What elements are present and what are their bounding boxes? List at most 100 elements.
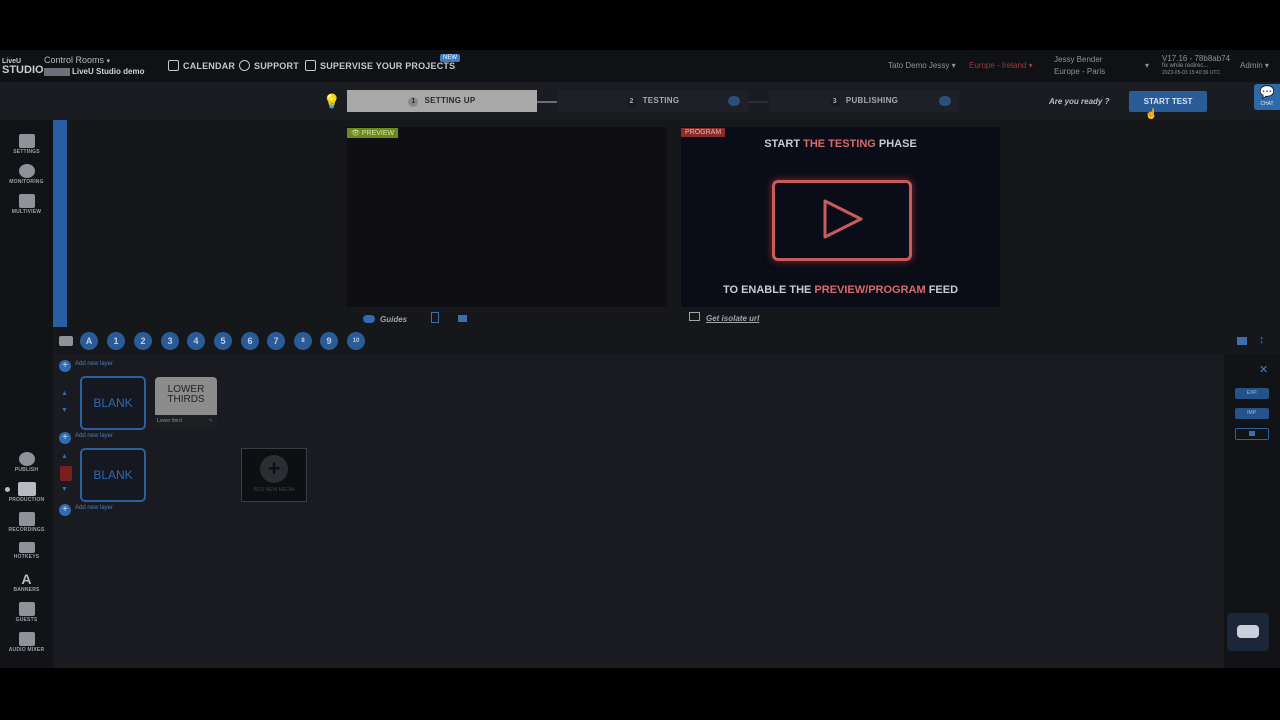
version-label: V17.16 - 78b8ab74 [1162,54,1231,63]
lower-thirds-tile[interactable]: LOWER THIRDS Lower third ✎ [155,377,217,427]
plus-icon: + [59,432,71,444]
speaker-icon [18,632,35,646]
lower-thirds-footer: Lower third ✎ [155,415,217,427]
trash-icon[interactable] [60,466,72,481]
resize-arrows-icon[interactable]: ↕ [1259,334,1265,346]
step-publishing[interactable]: 3 PUBLISHING [769,90,959,112]
multiview-grid-icon [18,194,35,208]
testing-toggle[interactable] [728,96,740,106]
preview-monitor [347,127,667,307]
user-dropdown-chevron[interactable]: ▾ [1145,61,1149,70]
active-indicator [5,487,10,492]
key-3-button[interactable]: 3 [161,332,179,350]
support-link[interactable]: SUPPORT [239,60,299,71]
calendar-icon [168,60,179,71]
chat-bubble-icon [1237,625,1259,638]
guides-toggle[interactable]: Guides [363,312,467,324]
new-badge: NEW [440,54,460,62]
close-icon[interactable]: ✕ [1259,363,1268,376]
lock-button[interactable] [1235,428,1269,440]
layer-down-arrow[interactable]: ▼ [61,407,68,414]
key-5-button[interactable]: 5 [214,332,232,350]
layer-keys-bar [53,328,1280,354]
copy-icon[interactable] [457,315,467,322]
layers-grid [53,354,1224,668]
duplicate-icon[interactable] [1237,337,1247,345]
key-1-button[interactable]: 1 [107,332,125,350]
key-9-button[interactable]: 9 [320,332,338,350]
sidebar-item-audio-mixer[interactable]: AUDIO MIXER [0,632,53,653]
top-bar: LiveU STUDIO Control Rooms ▾ LiveU Studi… [0,50,1280,82]
monitor-icon [689,312,700,321]
sidebar-item-publish[interactable]: PUBLISH [0,452,53,473]
step-testing[interactable]: 2 TESTING [558,90,748,112]
studio-name: LiveU Studio demo [44,67,144,76]
app-window: LiveU STUDIO Control Rooms ▾ LiveU Studi… [0,50,1280,668]
left-sidebar: SETTINGS MONITORING MULTIVIEW PUBLISH PR… [0,120,61,668]
keyboard-icon[interactable] [59,336,73,346]
studio-thumbnail [44,67,70,76]
layer-up-arrow[interactable]: ▲ [61,390,68,397]
gauge-icon [18,164,35,178]
sidebar-item-recordings[interactable]: RECORDINGS [0,512,53,533]
layer-down-arrow[interactable]: ▼ [61,486,68,493]
import-button[interactable]: IMP. [1235,408,1269,419]
ready-prompt: Are you ready ? [1049,97,1110,106]
admin-dropdown[interactable]: Admin ▾ [1240,61,1269,70]
sidebar-item-banners[interactable]: A BANNERS [0,572,53,593]
version-note: fix while redirec... [1162,63,1209,69]
liveu-studio-logo[interactable]: LiveU STUDIO [2,57,44,77]
sidebar-item-production[interactable]: PRODUCTION [0,482,53,503]
plus-icon: + [59,504,71,516]
calendar-link[interactable]: CALENDAR [168,60,235,71]
key-10-button[interactable]: 10 [347,332,365,350]
export-button[interactable]: EXP. [1235,388,1269,399]
add-new-media-tile[interactable]: + ADD NEW MEDIA [241,448,307,502]
sidebar-item-hotkeys[interactable]: HOTKEYS [0,542,53,560]
control-rooms-dropdown[interactable]: Control Rooms ▾ [44,55,110,65]
key-4-button[interactable]: 4 [187,332,205,350]
region-dropdown[interactable]: Europe - Ireland ▾ [969,61,1033,70]
layer-up-arrow[interactable]: ▲ [61,453,68,460]
support-icon [239,60,250,71]
play-icon [772,180,912,261]
publishing-toggle[interactable] [939,96,951,106]
mobile-icon[interactable] [431,312,440,323]
recordings-icon [18,512,35,526]
support-chat-bubble[interactable] [1227,613,1269,651]
step-connector [748,101,768,103]
play-triangle-outline [823,199,863,239]
collapsed-panel-bar[interactable] [53,120,67,327]
blank-tile[interactable]: BLANK [80,448,146,502]
sidebar-item-guests[interactable]: GUESTS [0,602,53,623]
lock-icon [1249,431,1255,436]
key-2-button[interactable]: 2 [134,332,152,350]
sidebar-item-multiview[interactable]: MULTIVIEW [0,194,53,215]
camera-icon [17,482,36,496]
key-6-button[interactable]: 6 [241,332,259,350]
account-dropdown[interactable]: Tato Demo Jessy ▾ [888,61,956,70]
key-7-button[interactable]: 7 [267,332,285,350]
start-test-button[interactable]: START TEST [1129,91,1207,112]
letter-a-icon: A [21,571,32,587]
key-a-button[interactable]: A [80,332,98,350]
step-connector [537,101,557,103]
add-layer-link[interactable]: + Add new layer [59,504,113,516]
step-setting-up[interactable]: 1 SETTING UP [347,90,537,112]
add-layer-link[interactable]: + Add new layer [59,432,113,444]
key-8-button[interactable]: 8 [294,332,312,350]
guides-switch[interactable] [363,315,375,323]
sidebar-item-settings[interactable]: SETTINGS [0,134,53,155]
lightbulb-icon[interactable]: 💡 [323,93,340,109]
blank-tile[interactable]: BLANK [80,376,146,430]
supervise-projects-link[interactable]: SUPERVISE YOUR PROJECTS [305,60,455,71]
add-layer-link[interactable]: + Add new layer [59,360,113,372]
edit-pencil-icon[interactable]: ✎ [209,415,213,427]
chat-button[interactable]: 💬 CHAT [1254,84,1280,110]
get-isolate-url-link[interactable]: Get isolate url [689,312,759,323]
sidebar-item-monitoring[interactable]: MONITORING [0,164,53,185]
program-title: START THE TESTING PHASE [764,138,917,150]
user-name[interactable]: Jessy Bender [1054,55,1102,64]
preview-label: 👁 PREVIEW [347,128,399,138]
cursor-icon: ☝ [1145,109,1158,120]
